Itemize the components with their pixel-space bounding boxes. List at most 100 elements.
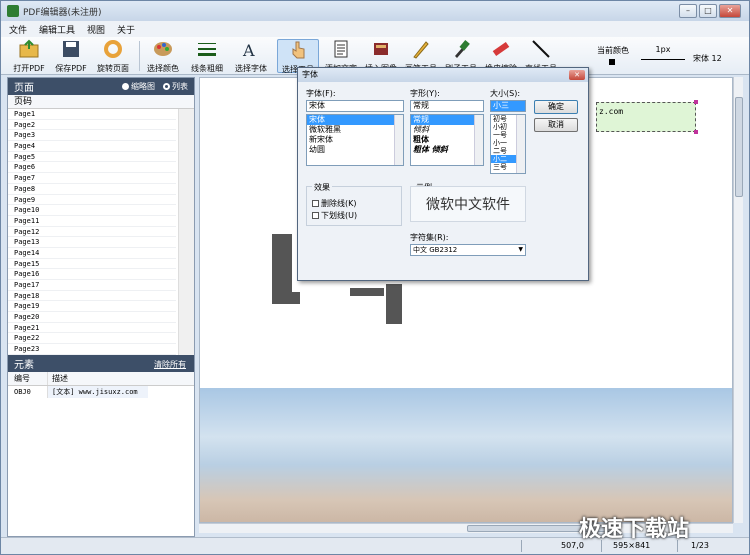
list-item[interactable]: 新宋体 <box>307 135 403 145</box>
list-item[interactable]: Page8 <box>8 184 176 195</box>
list-item[interactable]: Page19 <box>8 301 176 313</box>
list-item[interactable]: Page21 <box>8 323 176 334</box>
window-title: PDF编辑器(未注册) <box>23 8 102 18</box>
list-item[interactable]: Page4 <box>8 141 176 152</box>
list-item[interactable]: Page10 <box>8 205 176 216</box>
underline-checkbox[interactable]: 下划线(U) <box>312 210 357 221</box>
font-dialog-title-bar: 字体 ✕ <box>298 68 588 82</box>
thumbnail-radio[interactable]: 缩略图 <box>122 81 155 92</box>
font-size-list[interactable]: 初号 小初 一号 小一 二号 小二 三号 <box>490 114 526 174</box>
elements-columns: 编号 描述 <box>8 371 194 386</box>
list-scrollbar[interactable] <box>474 115 483 165</box>
list-item[interactable]: Page13 <box>8 237 176 248</box>
list-item[interactable]: 常规 <box>411 115 483 125</box>
list-item[interactable]: 宋体 <box>307 115 403 125</box>
list-item[interactable]: Page7 <box>8 173 176 184</box>
list-item[interactable]: Page17 <box>8 280 176 291</box>
list-scrollbar[interactable] <box>516 115 525 173</box>
pick-color-button[interactable]: 选择颜色 <box>143 39 183 74</box>
font-dialog-title: 字体 <box>302 70 318 79</box>
list-item[interactable]: Page11 <box>8 216 176 227</box>
charset-label: 字符集(R): <box>410 233 449 242</box>
text-doc-icon <box>334 40 348 58</box>
effects-label: 效果 <box>312 182 332 193</box>
resize-handle[interactable] <box>694 130 698 134</box>
current-color-swatch[interactable] <box>609 59 615 65</box>
page-background-image <box>200 388 732 522</box>
scroll-thumb[interactable] <box>735 97 743 197</box>
list-scrollbar[interactable] <box>394 115 403 165</box>
element-desc-column[interactable]: 描述 <box>48 372 148 385</box>
element-id-column[interactable]: 编号 <box>8 371 48 385</box>
line-width-button[interactable]: 线条粗细 <box>187 39 227 74</box>
pages-scrollbar[interactable] <box>178 109 194 365</box>
pages-panel-header: 页面 缩略图 列表 <box>8 78 194 95</box>
list-item[interactable]: Page14 <box>8 248 176 259</box>
list-item[interactable]: Page5 <box>8 152 176 163</box>
font-name-input[interactable]: 宋体 <box>306 100 404 112</box>
cancel-button[interactable]: 取消 <box>534 118 578 132</box>
save-disk-icon <box>63 41 79 57</box>
pick-font-button[interactable]: A 选择字体 <box>231 39 271 74</box>
close-button[interactable]: ✕ <box>719 4 741 18</box>
maximize-button[interactable]: □ <box>699 4 717 18</box>
list-item[interactable]: Page22 <box>8 333 176 345</box>
menu-view[interactable]: 视图 <box>87 23 105 36</box>
current-font-value[interactable]: 宋体 12 <box>693 53 722 64</box>
ok-button[interactable]: 确定 <box>534 100 578 114</box>
table-row[interactable]: OBJ0 [文本] www.jisuxz.com <box>8 385 194 398</box>
font-name-list[interactable]: 宋体 微软雅黑 新宋体 幼圆 <box>306 114 404 166</box>
dialog-close-button[interactable]: ✕ <box>569 70 585 80</box>
app-logo-icon <box>7 5 19 17</box>
folder-open-icon <box>19 39 39 58</box>
save-pdf-button[interactable]: 保存PDF <box>51 39 91 74</box>
line-icon <box>532 40 550 58</box>
list-item[interactable]: 粗体 <box>411 135 483 145</box>
rotate-page-button[interactable]: 旋转页面 <box>93 39 133 74</box>
list-item[interactable]: 粗体 倾斜 <box>411 145 483 155</box>
list-item[interactable]: Page3 <box>8 130 176 142</box>
font-style-list[interactable]: 常规 倾斜 粗体 粗体 倾斜 <box>410 114 484 166</box>
font-sample-preview: 微软中文软件 <box>410 186 526 222</box>
page-number-column[interactable]: 页码 <box>8 95 194 109</box>
paint-brush-icon <box>455 40 470 58</box>
status-page-number: 1/23 <box>691 541 709 550</box>
pages-list: Page1 Page2 Page3 Page4 Page5 Page6 Page7 Page8… <box>8 109 194 355</box>
font-size-input[interactable]: 小三 <box>490 100 526 112</box>
list-item[interactable]: Page2 <box>8 120 176 131</box>
list-item[interactable]: 微软雅黑 <box>307 125 403 135</box>
menu-file[interactable]: 文件 <box>9 23 27 36</box>
open-pdf-button[interactable]: 打开PDF <box>9 39 49 74</box>
list-item[interactable]: Page20 <box>8 312 176 323</box>
selected-text-box[interactable]: z.com <box>596 102 696 132</box>
charset-select[interactable]: 中文 GB2312 ▼ <box>410 244 526 256</box>
menu-about[interactable]: 关于 <box>117 23 135 36</box>
page-text-glyph <box>350 288 384 296</box>
resize-handle[interactable] <box>694 100 698 104</box>
strikethrough-checkbox[interactable]: 删除线(K) <box>312 198 357 209</box>
line-width-value[interactable]: 1px <box>643 45 683 54</box>
list-item[interactable]: 倾斜 <box>411 125 483 135</box>
pencil-icon <box>413 41 429 59</box>
style-label: 字形(Y): <box>410 89 440 98</box>
clear-all-link[interactable]: 清除所有 <box>154 359 186 370</box>
list-item[interactable]: Page9 <box>8 195 176 206</box>
list-item[interactable]: Page18 <box>8 291 176 302</box>
vertical-scrollbar[interactable] <box>733 77 743 523</box>
font-style-input[interactable]: 常规 <box>410 100 484 112</box>
list-radio[interactable]: 列表 <box>163 81 188 92</box>
list-item[interactable]: Page16 <box>8 269 176 280</box>
list-item[interactable]: Page23 <box>8 344 176 355</box>
font-icon: A <box>242 41 255 60</box>
list-item[interactable]: Page15 <box>8 259 176 270</box>
title-bar: PDF编辑器(未注册) – □ ✕ <box>1 1 749 21</box>
list-item[interactable]: 幼圆 <box>307 145 403 155</box>
image-book-icon <box>374 43 388 55</box>
menu-edit-tools[interactable]: 编辑工具 <box>39 23 75 36</box>
list-item[interactable]: Page1 <box>8 109 176 120</box>
list-item[interactable]: Page6 <box>8 162 176 174</box>
elements-panel-header: 元素 清除所有 <box>8 354 194 372</box>
list-item[interactable]: Page12 <box>8 227 176 238</box>
eraser-icon <box>492 41 510 57</box>
minimize-button[interactable]: – <box>679 4 697 18</box>
